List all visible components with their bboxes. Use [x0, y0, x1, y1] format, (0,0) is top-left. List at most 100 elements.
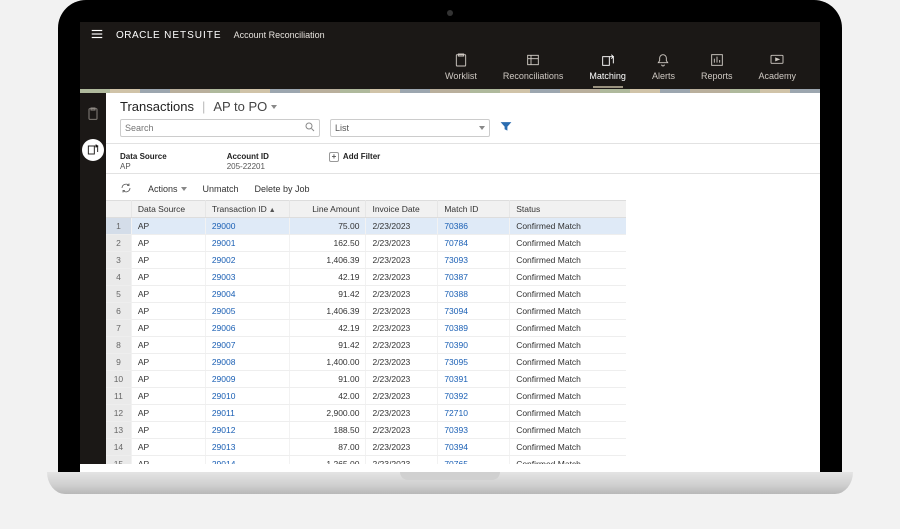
transaction-id-link[interactable]: 29001 [212, 238, 236, 248]
match-id-link[interactable]: 70765 [444, 459, 468, 464]
table-row[interactable]: 15AP290141,265.002/23/202370765Confirmed… [106, 455, 626, 464]
col-status[interactable]: Status [510, 200, 626, 217]
row-number: 11 [106, 387, 131, 404]
match-id-link[interactable]: 70784 [444, 238, 468, 248]
transaction-id-link[interactable]: 29007 [212, 340, 236, 350]
cell-line-amount: 87.00 [296, 442, 359, 452]
match-id-link[interactable]: 70393 [444, 425, 468, 435]
transaction-id-link[interactable]: 29013 [212, 442, 236, 452]
filter-icon[interactable] [500, 119, 512, 137]
nav-worklist[interactable]: Worklist [445, 52, 477, 81]
add-filter-button[interactable]: + Add Filter [329, 152, 380, 162]
table-row[interactable]: 14AP2901387.002/23/202370394Confirmed Ma… [106, 438, 626, 455]
nav-alerts[interactable]: Alerts [652, 52, 675, 81]
cell-line-amount: 1,400.00 [296, 357, 359, 367]
match-id-link[interactable]: 70392 [444, 391, 468, 401]
match-id-link[interactable]: 73094 [444, 306, 468, 316]
nav-matching[interactable]: Matching [589, 52, 626, 81]
cell-invoice-date: 2/23/2023 [366, 251, 438, 268]
match-id-link[interactable]: 73093 [444, 255, 468, 265]
col-invoice-date[interactable]: Invoice Date [366, 200, 438, 217]
cell-status: Confirmed Match [510, 319, 626, 336]
unmatch-button[interactable]: Unmatch [203, 184, 239, 194]
chevron-down-icon [181, 187, 187, 191]
search-icon[interactable] [304, 120, 316, 138]
table-row[interactable]: 6AP290051,406.392/23/202373094Confirmed … [106, 302, 626, 319]
col-data-source[interactable]: Data Source [131, 200, 205, 217]
actions-menu[interactable]: Actions [148, 184, 187, 194]
search-input[interactable] [120, 119, 320, 137]
cell-invoice-date: 2/23/2023 [366, 353, 438, 370]
match-id-link[interactable]: 73095 [444, 357, 468, 367]
transaction-id-link[interactable]: 29012 [212, 425, 236, 435]
row-number: 10 [106, 370, 131, 387]
match-id-link[interactable]: 70390 [444, 340, 468, 350]
table-row[interactable]: 9AP290081,400.002/23/202373095Confirmed … [106, 353, 626, 370]
cell-data-source: AP [131, 285, 205, 302]
table-row[interactable]: 5AP2900491.422/23/202370388Confirmed Mat… [106, 285, 626, 302]
transaction-id-link[interactable]: 29010 [212, 391, 236, 401]
row-number: 1 [106, 217, 131, 234]
table-row[interactable]: 12AP290112,900.002/23/202372710Confirmed… [106, 404, 626, 421]
col-line-amount[interactable]: Line Amount [290, 200, 366, 217]
cell-status: Confirmed Match [510, 370, 626, 387]
table-row[interactable]: 8AP2900791.422/23/202370390Confirmed Mat… [106, 336, 626, 353]
cell-data-source: AP [131, 319, 205, 336]
match-id-link[interactable]: 70391 [444, 374, 468, 384]
transaction-id-link[interactable]: 29009 [212, 374, 236, 384]
row-number: 6 [106, 302, 131, 319]
table-row[interactable]: 7AP2900642.192/23/202370389Confirmed Mat… [106, 319, 626, 336]
transaction-id-link[interactable]: 29014 [212, 459, 236, 464]
refresh-icon[interactable] [120, 182, 132, 196]
nav-reconciliations[interactable]: Reconciliations [503, 52, 564, 81]
row-number: 5 [106, 285, 131, 302]
transaction-id-link[interactable]: 29006 [212, 323, 236, 333]
cell-invoice-date: 2/23/2023 [366, 370, 438, 387]
view-selector[interactable]: List [330, 119, 490, 137]
cell-line-amount: 42.19 [296, 323, 359, 333]
cell-invoice-date: 2/23/2023 [366, 404, 438, 421]
match-id-link[interactable]: 70387 [444, 272, 468, 282]
cell-invoice-date: 2/23/2023 [366, 285, 438, 302]
hamburger-icon[interactable] [90, 27, 104, 44]
cell-line-amount: 75.00 [296, 221, 359, 231]
cell-status: Confirmed Match [510, 302, 626, 319]
row-number: 12 [106, 404, 131, 421]
cell-data-source: AP [131, 455, 205, 464]
filter-account-id: Account ID 205-22201 [227, 152, 269, 171]
transaction-id-link[interactable]: 29005 [212, 306, 236, 316]
scope-selector[interactable]: AP to PO [213, 99, 277, 114]
transaction-id-link[interactable]: 29000 [212, 221, 236, 231]
row-number: 15 [106, 455, 131, 464]
table-row[interactable]: 2AP29001162.502/23/202370784Confirmed Ma… [106, 234, 626, 251]
match-id-link[interactable]: 70388 [444, 289, 468, 299]
plus-icon: + [329, 152, 339, 162]
table-row[interactable]: 4AP2900342.192/23/202370387Confirmed Mat… [106, 268, 626, 285]
cell-status: Confirmed Match [510, 268, 626, 285]
match-id-link[interactable]: 70389 [444, 323, 468, 333]
col-transaction-id[interactable]: Transaction ID▲ [205, 200, 290, 217]
transaction-id-link[interactable]: 29004 [212, 289, 236, 299]
cell-status: Confirmed Match [510, 251, 626, 268]
rail-clipboard-icon[interactable] [84, 105, 102, 123]
transaction-id-link[interactable]: 29008 [212, 357, 236, 367]
cell-invoice-date: 2/23/2023 [366, 336, 438, 353]
nav-academy[interactable]: Academy [758, 52, 796, 81]
match-id-link[interactable]: 70386 [444, 221, 468, 231]
table-row[interactable]: 11AP2901042.002/23/202370392Confirmed Ma… [106, 387, 626, 404]
match-id-link[interactable]: 72710 [444, 408, 468, 418]
transaction-id-link[interactable]: 29002 [212, 255, 236, 265]
col-match-id[interactable]: Match ID [438, 200, 510, 217]
transaction-id-link[interactable]: 29003 [212, 272, 236, 282]
rail-transactions-icon[interactable] [82, 139, 104, 161]
table-row[interactable]: 10AP2900991.002/23/202370391Confirmed Ma… [106, 370, 626, 387]
module-title: Account Reconciliation [234, 30, 325, 40]
table-row[interactable]: 13AP29012188.502/23/202370393Confirmed M… [106, 421, 626, 438]
nav-reports[interactable]: Reports [701, 52, 733, 81]
table-row[interactable]: 1AP2900075.002/23/202370386Confirmed Mat… [106, 217, 626, 234]
transaction-id-link[interactable]: 29011 [212, 408, 235, 418]
cell-invoice-date: 2/23/2023 [366, 268, 438, 285]
match-id-link[interactable]: 70394 [444, 442, 468, 452]
delete-by-job-button[interactable]: Delete by Job [255, 184, 310, 194]
table-row[interactable]: 3AP290021,406.392/23/202373093Confirmed … [106, 251, 626, 268]
